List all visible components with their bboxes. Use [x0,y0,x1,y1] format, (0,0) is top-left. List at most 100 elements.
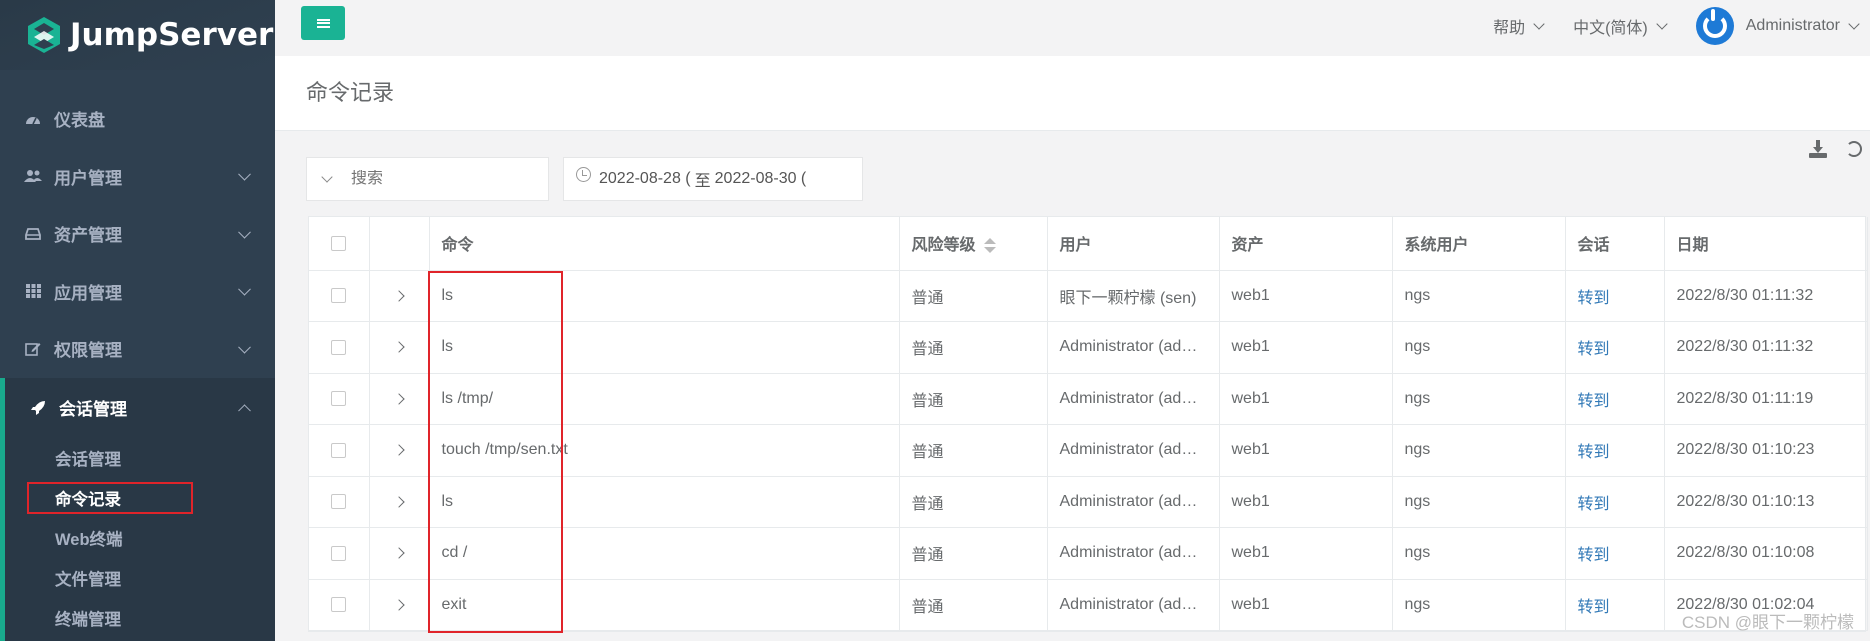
goto-session-link[interactable]: 转到 [1578,547,1610,564]
language-menu[interactable]: 中文(简体) [1573,14,1668,38]
cell-risk: 普通 [899,527,1048,580]
grid-icon [24,282,42,300]
sidebar-item-dashboard[interactable]: 仪表盘 [0,90,275,148]
column-header-user: 用户 [1047,217,1220,271]
sort-icon[interactable] [983,238,996,254]
page-heading: 命令记录 [275,56,1870,131]
chevron-right-icon[interactable] [393,393,405,405]
cell-asset: web1 [1219,579,1393,631]
logo[interactable]: JumpServer [0,0,275,70]
chevron-right-icon[interactable] [393,444,405,456]
submenu-item-web-terminal[interactable]: Web终端 [5,518,275,558]
row-checkbox[interactable] [331,442,347,458]
row-checkbox[interactable] [331,288,347,304]
search-field-select[interactable] [307,158,347,200]
jumpserver-logo-icon [28,17,60,53]
cell-user: Administrator (ad… [1047,579,1220,631]
table-row: cd / 普通 Administrator (ad… web1 ngs 转到 2… [309,527,1868,580]
edit-icon [24,340,42,358]
goto-session-link[interactable]: 转到 [1578,290,1610,307]
row-checkbox[interactable] [331,494,347,510]
cell-command: exit [429,579,900,631]
chevron-down-icon [1533,18,1545,30]
row-checkbox[interactable] [331,391,347,407]
submenu-item-session-management[interactable]: 会话管理 [5,438,275,478]
rocket-icon [29,399,47,417]
goto-session-link[interactable]: 转到 [1578,599,1610,616]
goto-session-link[interactable]: 转到 [1578,393,1610,410]
toggle-sidebar-button[interactable] [301,6,345,40]
sidebar-item-sessions[interactable]: 会话管理 [5,378,275,438]
search-input[interactable] [347,170,537,188]
cell-user: Administrator (ad… [1047,476,1220,528]
row-checkbox[interactable] [331,339,347,355]
cell-asset: web1 [1219,527,1393,580]
chevron-right-icon[interactable] [393,547,405,559]
sidebar-group-sessions: 会话管理 会话管理 命令记录 Web终端 文件管理 终端管理 [0,377,275,641]
sidebar-nav: 仪表盘 用户管理 资产管理 应用管理 权限管理 会话管理 会话管理 命令记录 W… [0,90,275,641]
cell-date: 2022/8/30 01:10:13 [1664,476,1868,528]
chevron-up-icon [238,403,251,417]
hamburger-icon [316,17,330,29]
cell-date: 2022/8/30 01:10:23 [1664,424,1868,477]
cell-risk: 普通 [899,321,1048,374]
table-row: touch /tmp/sen.txt 普通 Administrator (ad…… [309,424,1868,477]
table-row: ls 普通 Administrator (ad… web1 ngs 转到 202… [309,476,1868,528]
sidebar-item-label: 资产管理 [54,226,122,246]
goto-session-link[interactable]: 转到 [1578,341,1610,358]
cell-command: touch /tmp/sen.txt [429,424,900,477]
download-icon[interactable] [1808,139,1828,159]
goto-session-link[interactable]: 转到 [1578,496,1610,513]
sidebar-item-permissions[interactable]: 权限管理 [0,320,275,378]
row-checkbox[interactable] [331,597,347,613]
column-header-asset: 资产 [1219,217,1393,271]
cell-risk: 普通 [899,270,1048,322]
chevron-down-icon [238,225,251,239]
user-name: Administrator [1745,17,1840,34]
cell-system-user: ngs [1392,373,1566,425]
help-menu[interactable]: 帮助 [1493,14,1545,38]
chevron-right-icon[interactable] [393,290,405,302]
table-tools [1790,139,1862,159]
cell-asset: web1 [1219,424,1393,477]
sidebar-item-label: 仪表盘 [54,111,105,131]
cell-date: 2022/8/30 01:11:32 [1664,321,1868,374]
cell-command: cd / [429,527,900,580]
cell-risk: 普通 [899,476,1048,528]
submenu-item-terminal-management[interactable]: 终端管理 [5,598,275,638]
chevron-down-icon [321,171,333,183]
date-end: 2022-08-30 ( [714,170,807,187]
cell-user: Administrator (ad… [1047,373,1220,425]
language-label: 中文(简体) [1573,20,1648,37]
cell-command: ls /tmp/ [429,373,900,425]
submenu-item-file-management[interactable]: 文件管理 [5,558,275,598]
date-range-picker[interactable]: 2022-08-28 ( 至 2022-08-30 ( [563,157,863,201]
column-header-date: 日期 [1664,217,1868,271]
sidebar-item-assets[interactable]: 资产管理 [0,205,275,263]
cell-date: 2022/8/30 01:11:19 [1664,373,1868,425]
cell-command: ls [429,270,900,322]
cell-system-user: ngs [1392,270,1566,322]
chevron-down-icon [238,340,251,354]
chevron-right-icon[interactable] [393,496,405,508]
refresh-icon[interactable] [1846,141,1862,157]
sidebar-item-label: 应用管理 [54,283,122,303]
select-all-checkbox[interactable] [331,235,347,251]
sidebar-item-users[interactable]: 用户管理 [0,148,275,206]
main-content: 2022-08-28 ( 至 2022-08-30 ( 命令 风险等级 用户 资… [275,131,1870,641]
chevron-right-icon[interactable] [393,341,405,353]
cell-system-user: ngs [1392,321,1566,374]
user-menu[interactable]: Administrator [1695,7,1860,45]
cell-user: 眼下一颗柠檬 (sen) [1047,270,1220,322]
cell-risk: 普通 [899,373,1048,425]
submenu-item-command-records[interactable]: 命令记录 [5,478,275,518]
row-checkbox[interactable] [331,545,347,561]
cell-risk: 普通 [899,579,1048,631]
sidebar-item-applications[interactable]: 应用管理 [0,263,275,321]
column-header-risk[interactable]: 风险等级 [899,217,1048,271]
cell-asset: web1 [1219,321,1393,374]
power-icon [1702,9,1727,38]
sidebar: JumpServer 仪表盘 用户管理 资产管理 应用管理 权限管理 会话管理 … [0,0,275,641]
goto-session-link[interactable]: 转到 [1578,444,1610,461]
chevron-right-icon[interactable] [393,599,405,611]
